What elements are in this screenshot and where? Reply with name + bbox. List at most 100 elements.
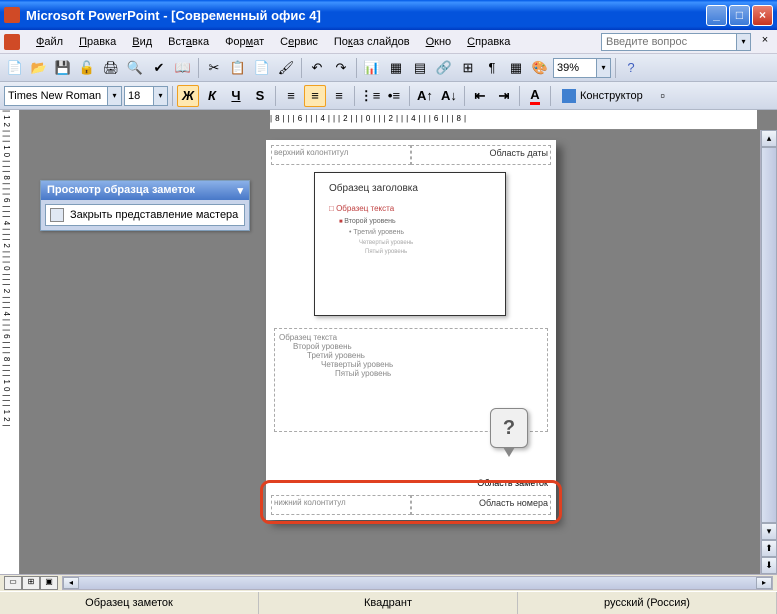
preview-button[interactable]: 🔍 (124, 57, 146, 79)
footer-placeholder[interactable]: нижний колонтитул (271, 495, 411, 515)
table-button[interactable]: ▦ (385, 57, 407, 79)
scroll-right-button[interactable]: ▸ (756, 577, 772, 589)
master-view-panel[interactable]: Просмотр образца заметок ▾ Закрыть предс… (40, 180, 250, 231)
chart-button[interactable]: 📊 (361, 57, 383, 79)
prev-slide-button[interactable]: ⬆ (761, 540, 777, 557)
align-left-button[interactable]: ≡ (280, 85, 302, 107)
shadow-button[interactable]: S (249, 85, 271, 107)
close-master-icon (50, 208, 64, 222)
show-formatting-button[interactable]: ¶ (481, 57, 503, 79)
status-bar: Образец заметок Квадрант русский (Россия… (0, 591, 777, 614)
underline-button[interactable]: Ч (225, 85, 247, 107)
close-button[interactable]: × (752, 5, 773, 26)
menu-view[interactable]: Вид (124, 34, 160, 50)
italic-button[interactable]: К (201, 85, 223, 107)
workspace: |12|||10|||8|||6|||4|||2|||0|||2|||4|||6… (0, 110, 777, 574)
doc-close-button[interactable]: × (757, 34, 773, 50)
font-family-input[interactable] (4, 86, 108, 106)
permission-button[interactable]: 🔓 (76, 57, 98, 79)
numbered-list-button[interactable]: ⋮≡ (359, 85, 381, 107)
decrease-font-button[interactable]: A↓ (438, 85, 460, 107)
menu-edit[interactable]: Правка (71, 34, 124, 50)
scroll-down-button[interactable]: ▾ (761, 523, 777, 540)
h-scroll-thumb[interactable] (79, 577, 756, 589)
panel-header[interactable]: Просмотр образца заметок ▾ (41, 181, 249, 200)
formatting-toolbar: ▾ ▾ Ж К Ч S ≡ ≡ ≡ ⋮≡ •≡ A↑ A↓ ⇤ ⇥ A Конс… (0, 82, 777, 110)
horizontal-ruler: |8|||6|||4|||2|||0|||2|||4|||6|||8| (270, 110, 757, 130)
menu-file[interactable]: Файл (28, 34, 71, 50)
next-slide-button[interactable]: ⬇ (761, 557, 777, 574)
open-button[interactable]: 📂 (28, 57, 50, 79)
help-callout: ? (490, 408, 528, 448)
notes-area-label: Область заметок (477, 478, 548, 488)
increase-indent-button[interactable]: ⇥ (493, 85, 515, 107)
help-button[interactable]: ? (620, 57, 642, 79)
designer-icon (562, 89, 576, 103)
menu-tools[interactable]: Сервис (272, 34, 326, 50)
zoom-input[interactable] (553, 58, 597, 78)
view-buttons-bar: ▭ ⊞ ▣ ◂ ▸ (0, 574, 777, 591)
close-master-view-button[interactable]: Закрыть представление мастера (45, 204, 245, 226)
panel-dropdown-icon[interactable]: ▾ (237, 184, 243, 197)
notes-master-page[interactable]: верхний колонтитул Область даты Образец … (266, 140, 556, 520)
tables-borders-button[interactable]: ▤ (409, 57, 431, 79)
menu-insert[interactable]: Вставка (160, 34, 217, 50)
font-size-dropdown[interactable]: ▾ (154, 86, 168, 106)
slide-title-placeholder: Образец заголовка (329, 183, 418, 194)
expand-button[interactable]: ⊞ (457, 57, 479, 79)
scroll-thumb[interactable] (761, 147, 777, 523)
align-right-button[interactable]: ≡ (328, 85, 350, 107)
menu-bar: Файл Правка Вид Вставка Формат Сервис По… (0, 30, 777, 54)
close-master-label: Закрыть представление мастера (70, 209, 238, 221)
doc-icon[interactable] (4, 34, 20, 50)
zoom-dropdown[interactable]: ▾ (597, 58, 611, 78)
date-placeholder[interactable]: Область даты (411, 145, 551, 165)
help-search-input[interactable] (601, 33, 737, 51)
slide-body-placeholder: Образец текста Второй уровень Третий уро… (329, 203, 413, 258)
save-button[interactable]: 💾 (52, 57, 74, 79)
slide-thumbnail[interactable]: Образец заголовка Образец текста Второй … (314, 172, 506, 316)
window-titlebar: Microsoft PowerPoint - [Современный офис… (0, 0, 777, 30)
color-button[interactable]: 🎨 (529, 57, 551, 79)
minimize-button[interactable]: _ (706, 5, 727, 26)
maximize-button[interactable]: □ (729, 5, 750, 26)
header-placeholder[interactable]: верхний колонтитул (271, 145, 411, 165)
menu-window[interactable]: Окно (418, 34, 460, 50)
undo-button[interactable]: ↶ (306, 57, 328, 79)
decrease-indent-button[interactable]: ⇤ (469, 85, 491, 107)
app-icon (4, 7, 20, 23)
menu-help[interactable]: Справка (459, 34, 518, 50)
vertical-scrollbar[interactable]: ▴ ▾ ⬆ ⬇ (760, 130, 777, 574)
bold-button[interactable]: Ж (177, 85, 199, 107)
font-size-input[interactable] (124, 86, 154, 106)
menu-format[interactable]: Формат (217, 34, 272, 50)
number-placeholder[interactable]: Область номера (411, 495, 551, 515)
redo-button[interactable]: ↷ (330, 57, 352, 79)
window-title: Microsoft PowerPoint - [Современный офис… (26, 8, 706, 23)
paste-button[interactable]: 📄 (251, 57, 273, 79)
status-layout: Квадрант (259, 592, 518, 614)
status-language[interactable]: русский (Россия) (518, 592, 777, 614)
status-view: Образец заметок (0, 592, 259, 614)
font-color-button[interactable]: A (524, 85, 546, 107)
canvas-area[interactable]: |8|||6|||4|||2|||0|||2|||4|||6|||8| Прос… (20, 110, 777, 574)
new-slide-button[interactable]: ▫ (652, 85, 674, 107)
copy-button[interactable]: 📋 (227, 57, 249, 79)
scroll-left-button[interactable]: ◂ (63, 577, 79, 589)
research-button[interactable]: 📖 (172, 57, 194, 79)
cut-button[interactable]: ✂ (203, 57, 225, 79)
print-button[interactable]: 🖨 (100, 57, 122, 79)
menu-slideshow[interactable]: Показ слайдов (326, 34, 418, 50)
increase-font-button[interactable]: A↑ (414, 85, 436, 107)
font-family-dropdown[interactable]: ▾ (108, 86, 122, 106)
spellcheck-button[interactable]: ✔ (148, 57, 170, 79)
align-center-button[interactable]: ≡ (304, 85, 326, 107)
hyperlink-button[interactable]: 🔗 (433, 57, 455, 79)
scroll-up-button[interactable]: ▴ (761, 130, 777, 147)
new-button[interactable]: 📄 (4, 57, 26, 79)
designer-button[interactable]: Конструктор (555, 85, 650, 107)
help-dropdown[interactable]: ▾ (737, 33, 751, 51)
format-painter-button[interactable]: 🖌 (275, 57, 297, 79)
grid-button[interactable]: ▦ (505, 57, 527, 79)
bulleted-list-button[interactable]: •≡ (383, 85, 405, 107)
